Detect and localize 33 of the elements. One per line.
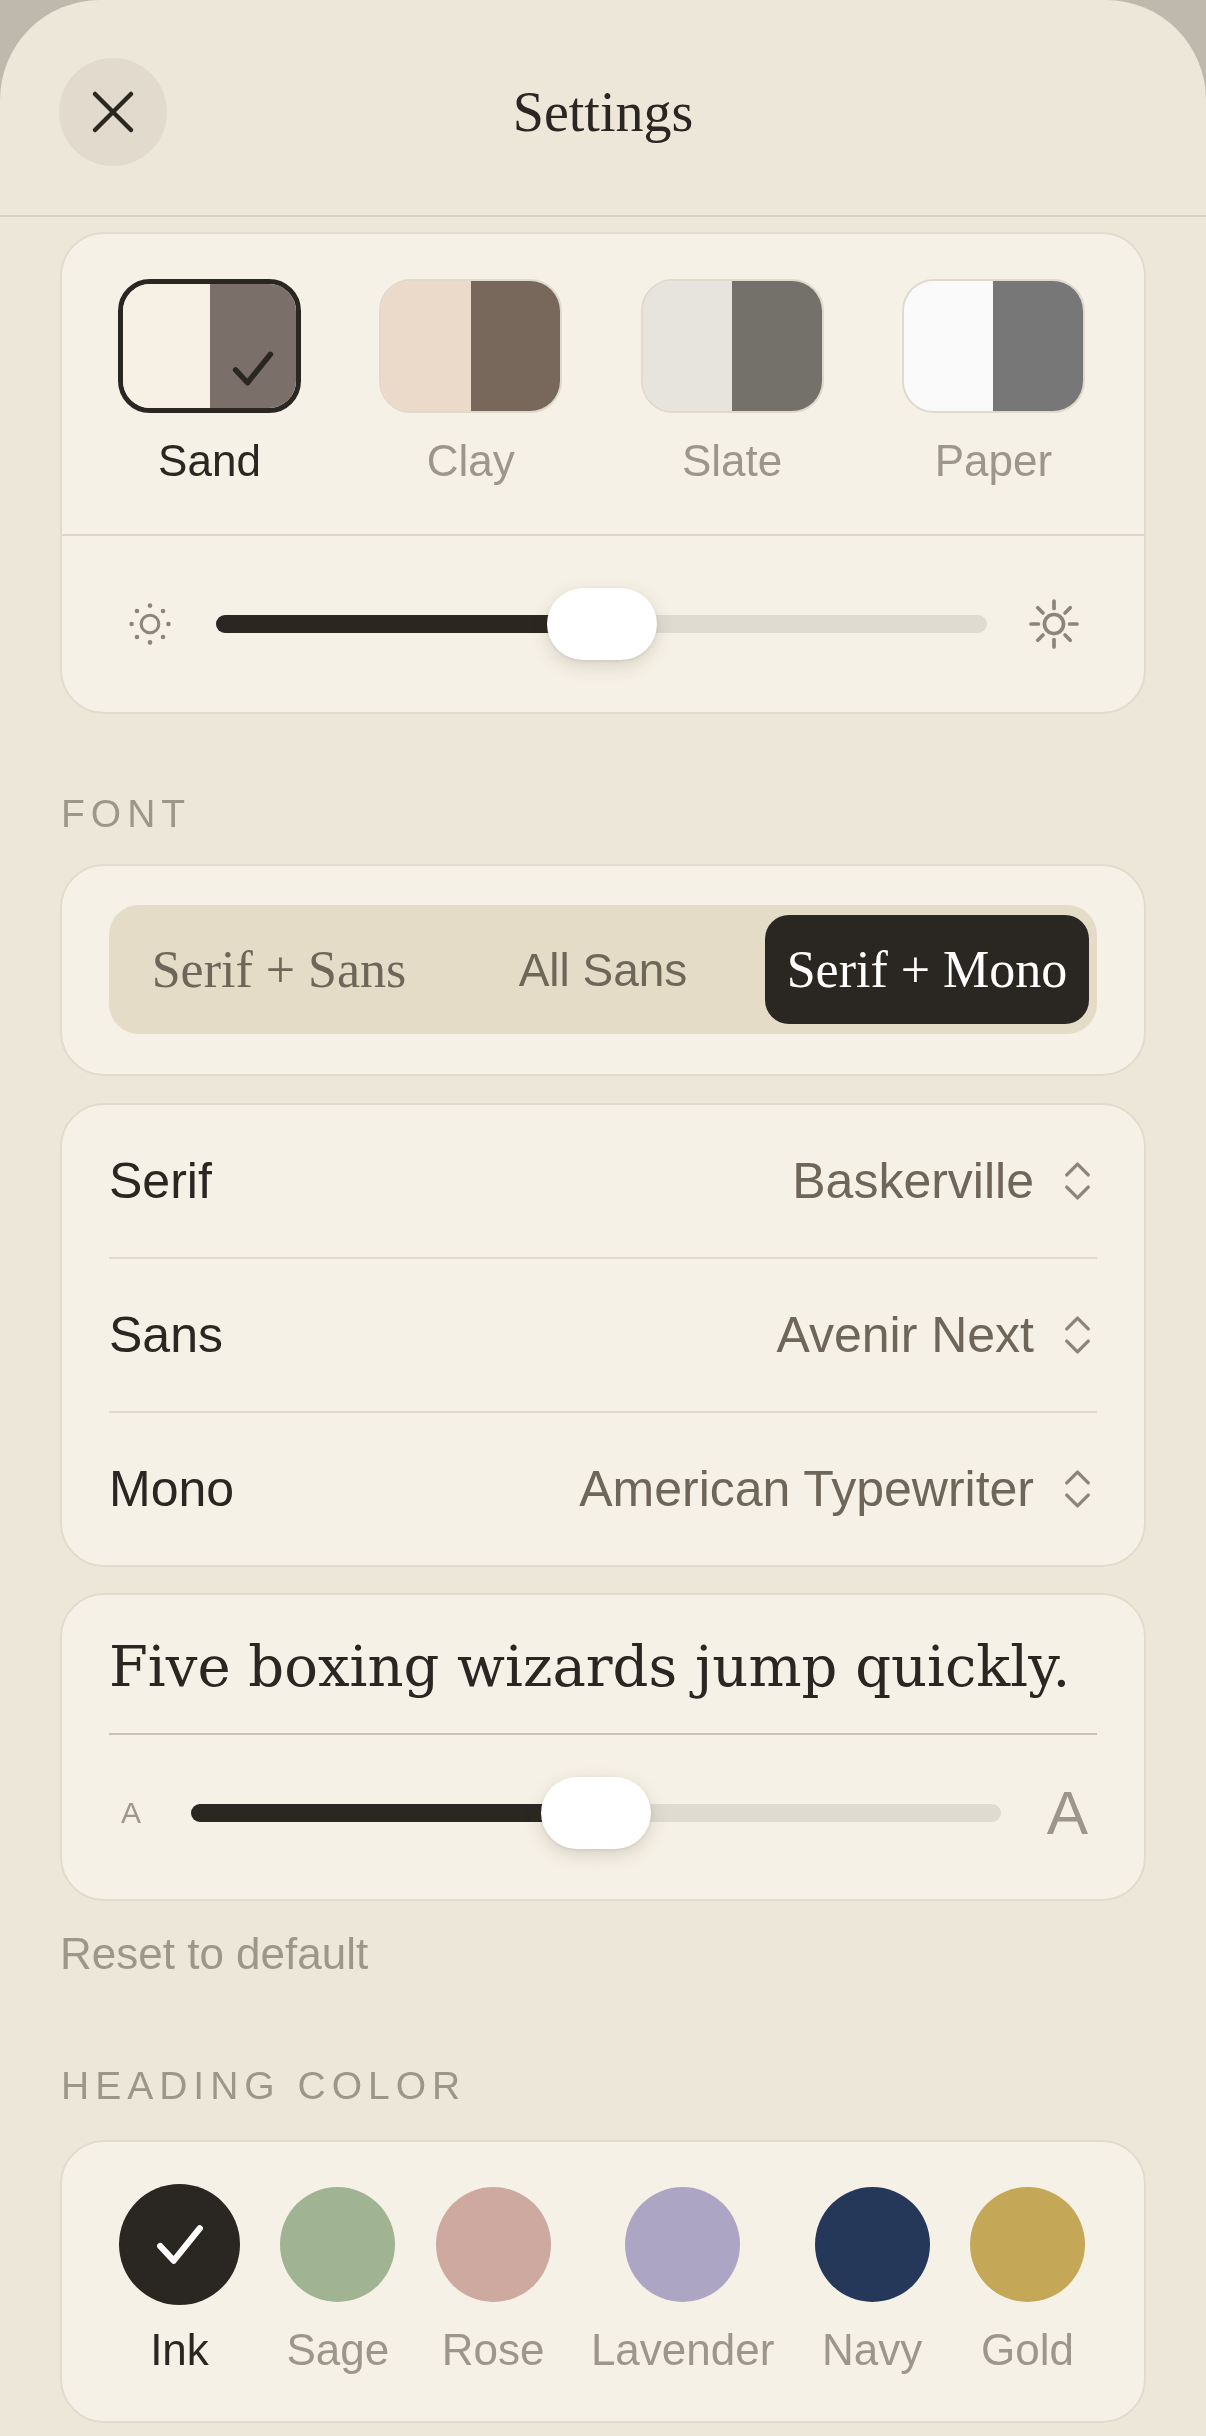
color-option[interactable]: Sage [280, 2184, 396, 2377]
font-preset-tab[interactable]: All Sans [441, 915, 765, 1024]
font-picker[interactable]: Avenir Next [776, 1306, 1097, 1364]
reset-link[interactable]: Reset to default [60, 1927, 369, 1981]
slider-thumb[interactable] [546, 588, 657, 660]
color-option[interactable]: Ink [119, 2184, 240, 2377]
slider-thumb[interactable] [540, 1777, 651, 1849]
text-size-slider[interactable] [191, 1777, 1001, 1849]
sheet-title: Settings [512, 79, 694, 145]
small-size-label: A [121, 1796, 141, 1830]
brightness-slider[interactable] [216, 588, 987, 660]
theme-option[interactable]: Sand [118, 279, 301, 489]
sun-icon [1028, 598, 1080, 650]
theme-option[interactable]: Clay [379, 279, 563, 489]
theme-option[interactable]: Slate [640, 279, 824, 489]
sun-icon [127, 601, 173, 647]
large-size-label: A [1046, 1777, 1088, 1849]
theme-option[interactable]: Paper [902, 279, 1085, 489]
font-picker[interactable]: Baskerville [792, 1152, 1097, 1210]
font-preset-tab[interactable]: Serif + Mono [765, 915, 1089, 1024]
font-picker[interactable]: American Typewriter [579, 1460, 1097, 1518]
color-option[interactable]: Rose [435, 2184, 551, 2377]
section-heading: FONT [60, 791, 193, 837]
close-icon [91, 89, 135, 134]
font-role-label: Serif [109, 1152, 212, 1210]
preview-text: Five boxing wizards jump quickly. [109, 1633, 1072, 1700]
font-role-label: Mono [109, 1460, 235, 1518]
color-option[interactable]: Lavender [590, 2184, 775, 2377]
section-heading: HEADING COLOR [60, 2063, 468, 2109]
color-option[interactable]: Navy [814, 2184, 930, 2377]
font-role-label: Sans [109, 1306, 223, 1364]
font-preset-tab[interactable]: Serif + Sans [117, 915, 441, 1024]
color-option[interactable]: Gold [969, 2184, 1085, 2377]
